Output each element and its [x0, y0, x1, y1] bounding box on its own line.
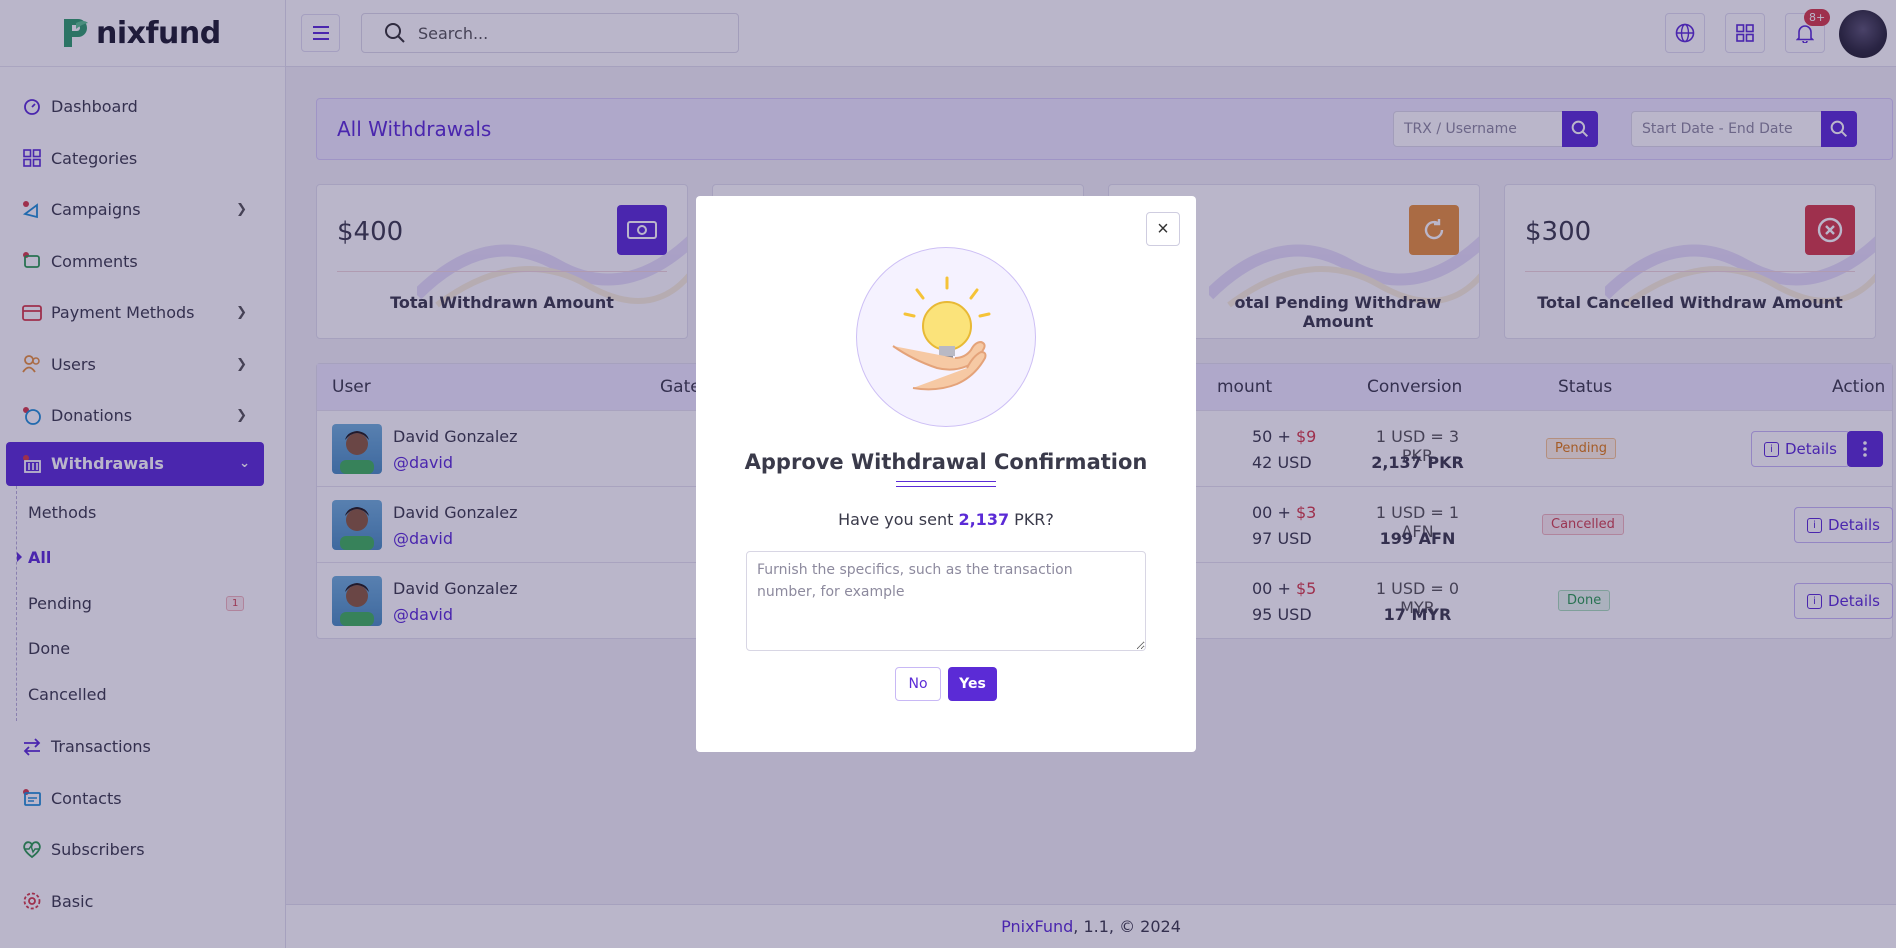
- lightbulb-hand-icon: [892, 276, 991, 391]
- close-button[interactable]: ×: [1146, 212, 1180, 246]
- approve-withdrawal-modal: × Approve Withdrawal Confirmation Have y…: [696, 196, 1196, 752]
- title-underline: [896, 481, 996, 487]
- question-amount: 2,137: [958, 510, 1010, 529]
- modal-title: Approve Withdrawal Confirmation: [744, 450, 1148, 474]
- no-button[interactable]: No: [895, 667, 941, 701]
- modal-question: Have you sent 2,137 PKR?: [696, 510, 1196, 529]
- question-suffix: PKR?: [1009, 510, 1054, 529]
- close-icon: ×: [1157, 217, 1169, 240]
- question-prefix: Have you sent: [838, 510, 959, 529]
- app: nixfund Dashboard Categories Campaigns ❯…: [0, 0, 1896, 948]
- yes-button[interactable]: Yes: [948, 667, 997, 701]
- transaction-details-textarea[interactable]: [746, 551, 1146, 651]
- lightbulb-illustration: [856, 247, 1036, 427]
